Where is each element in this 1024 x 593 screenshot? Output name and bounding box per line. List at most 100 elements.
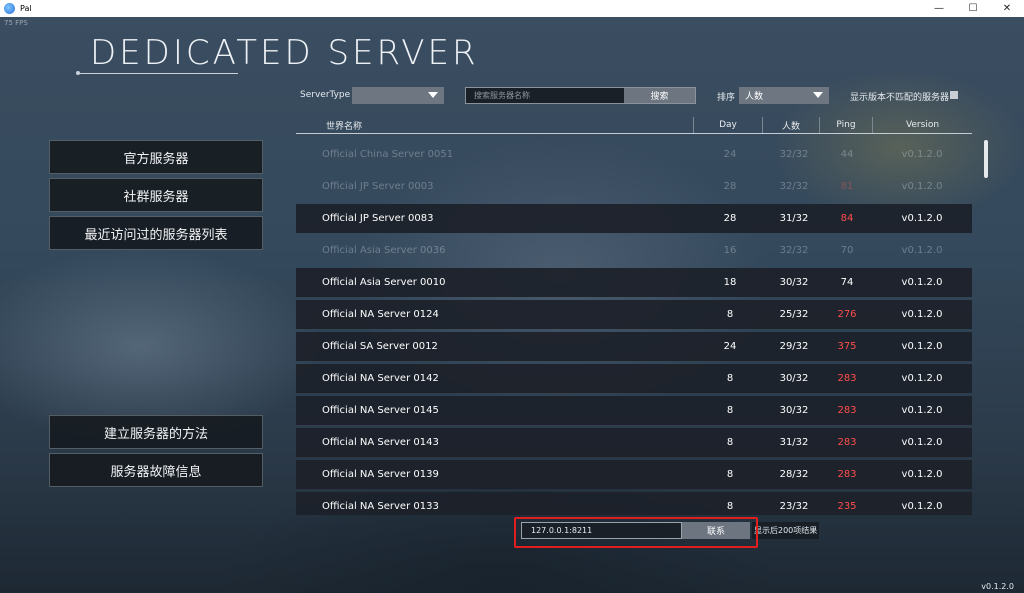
server-day: 8 <box>726 405 734 416</box>
column-header-name[interactable]: 世界名称 <box>296 117 392 133</box>
server-row[interactable]: Official NA Server 0143 8 31/32 283 v0.1.2.0 <box>296 428 972 457</box>
server-day: 16 <box>723 245 737 256</box>
server-row[interactable]: Official JP Server 0003 28 32/32 81 v0.1.2.0 <box>296 172 972 201</box>
title-underline <box>78 73 238 74</box>
server-name: Official NA Server 0124 <box>322 309 439 320</box>
how-to-host-button[interactable]: 建立服务器的方法 <box>49 415 263 449</box>
server-day: 8 <box>726 309 734 320</box>
server-ping: 84 <box>840 213 854 224</box>
server-day: 18 <box>723 277 737 288</box>
server-players: 28/32 <box>779 469 809 480</box>
results-count-note: 显示后200项结果 <box>752 522 820 539</box>
mismatch-version-checkbox[interactable] <box>950 91 958 99</box>
server-name: Official JP Server 0003 <box>322 181 434 192</box>
search-box: 搜索 <box>465 87 696 104</box>
server-name: Official JP Server 0083 <box>322 213 434 224</box>
server-troubleshoot-button[interactable]: 服务器故障信息 <box>49 453 263 487</box>
server-row[interactable]: Official Asia Server 0036 16 32/32 70 v0.1.2… <box>296 236 972 265</box>
server-ping: 283 <box>837 437 857 448</box>
server-version: v0.1.2.0 <box>901 341 943 352</box>
server-players: 30/32 <box>779 373 809 384</box>
column-header-players[interactable]: 人数 <box>763 117 819 133</box>
server-version: v0.1.2.0 <box>901 245 943 256</box>
game-version-label: v0.1.2.0 <box>981 582 1014 591</box>
server-list-scrollbar-track[interactable] <box>984 140 988 515</box>
server-version: v0.1.2.0 <box>901 437 943 448</box>
header-underline <box>296 133 972 134</box>
server-type-select[interactable] <box>352 87 444 104</box>
window-titlebar: Pal — ☐ ✕ <box>0 0 1024 17</box>
server-ping: 276 <box>837 309 857 320</box>
server-row[interactable]: Official China Server 0051 24 32/32 44 v0.1.… <box>296 140 972 169</box>
server-ping: 74 <box>840 277 854 288</box>
column-header-version[interactable]: Version <box>873 117 972 133</box>
server-day: 8 <box>726 501 734 512</box>
page-title: DEDICATED SERVER <box>90 33 479 73</box>
server-ping: 375 <box>837 341 857 352</box>
chevron-down-icon <box>428 92 438 98</box>
server-row[interactable]: Official NA Server 0139 8 28/32 283 v0.1.2.0 <box>296 460 972 489</box>
server-players: 29/32 <box>779 341 809 352</box>
server-version: v0.1.2.0 <box>901 309 943 320</box>
server-name: Official NA Server 0139 <box>322 469 439 480</box>
server-day: 24 <box>723 149 737 160</box>
server-ping: 283 <box>837 373 857 384</box>
server-type-label: ServerType <box>300 90 351 100</box>
server-version: v0.1.2.0 <box>901 213 943 224</box>
server-name: Official NA Server 0142 <box>322 373 439 384</box>
server-ping: 283 <box>837 469 857 480</box>
maximize-button[interactable]: ☐ <box>956 0 990 17</box>
server-players: 25/32 <box>779 309 809 320</box>
server-version: v0.1.2.0 <box>901 373 943 384</box>
server-ping: 81 <box>840 181 854 192</box>
server-row[interactable]: Official NA Server 0124 8 25/32 276 v0.1.2.0 <box>296 300 972 329</box>
server-name: Official China Server 0051 <box>322 149 454 160</box>
server-row[interactable]: Official NA Server 0133 8 23/32 235 v0.1.2.0 <box>296 492 972 515</box>
sort-value: 人数 <box>745 92 764 102</box>
close-button[interactable]: ✕ <box>990 0 1024 17</box>
server-version: v0.1.2.0 <box>901 149 943 160</box>
server-day: 8 <box>726 373 734 384</box>
column-header-ping[interactable]: Ping <box>820 117 872 133</box>
chevron-down-icon <box>813 92 823 98</box>
server-players: 23/32 <box>779 501 809 512</box>
server-version: v0.1.2.0 <box>901 405 943 416</box>
server-players: 30/32 <box>779 405 809 416</box>
server-row[interactable]: Official NA Server 0142 8 30/32 283 v0.1.2.0 <box>296 364 972 393</box>
server-row[interactable]: Official NA Server 0145 8 30/32 283 v0.1.2.0 <box>296 396 972 425</box>
search-input[interactable] <box>466 88 624 103</box>
server-players: 30/32 <box>779 277 809 288</box>
sort-select[interactable]: 人数 <box>739 87 829 104</box>
server-list-scrollbar-thumb[interactable] <box>984 140 988 178</box>
pal-app-icon <box>4 3 15 14</box>
server-players: 32/32 <box>779 181 809 192</box>
server-day: 24 <box>723 341 737 352</box>
server-players: 31/32 <box>779 213 809 224</box>
server-row[interactable]: Official SA Server 0012 24 29/32 375 v0.1.2.… <box>296 332 972 361</box>
server-table-header: 世界名称 Day 人数 Ping Version <box>296 117 972 134</box>
server-day: 28 <box>723 213 737 224</box>
sort-label: 排序 <box>717 93 736 103</box>
search-button[interactable]: 搜索 <box>624 88 695 103</box>
server-row[interactable]: Official JP Server 0083 28 31/32 84 v0.1.2.0 <box>296 204 972 233</box>
server-ping: 235 <box>837 501 857 512</box>
server-day: 28 <box>723 181 737 192</box>
server-version: v0.1.2.0 <box>901 181 943 192</box>
server-name: Official Asia Server 0010 <box>322 277 446 288</box>
official-servers-button[interactable]: 官方服务器 <box>49 140 263 174</box>
server-row[interactable]: Official Asia Server 0010 18 30/32 74 v0.1.2… <box>296 268 972 297</box>
minimize-button[interactable]: — <box>922 0 956 17</box>
server-version: v0.1.2.0 <box>901 501 943 512</box>
server-players: 32/32 <box>779 245 809 256</box>
server-day: 8 <box>726 437 734 448</box>
server-day: 8 <box>726 469 734 480</box>
recent-servers-button[interactable]: 最近访问过的服务器列表 <box>49 216 263 250</box>
column-header-day[interactable]: Day <box>694 117 762 133</box>
community-servers-button[interactable]: 社群服务器 <box>49 178 263 212</box>
server-name: Official SA Server 0012 <box>322 341 438 352</box>
server-list: Official China Server 0051 24 32/32 44 v0.1.… <box>296 140 972 515</box>
server-players: 32/32 <box>779 149 809 160</box>
server-version: v0.1.2.0 <box>901 469 943 480</box>
window-title: Pal <box>20 4 32 13</box>
highlight-annotation-box <box>514 517 758 548</box>
